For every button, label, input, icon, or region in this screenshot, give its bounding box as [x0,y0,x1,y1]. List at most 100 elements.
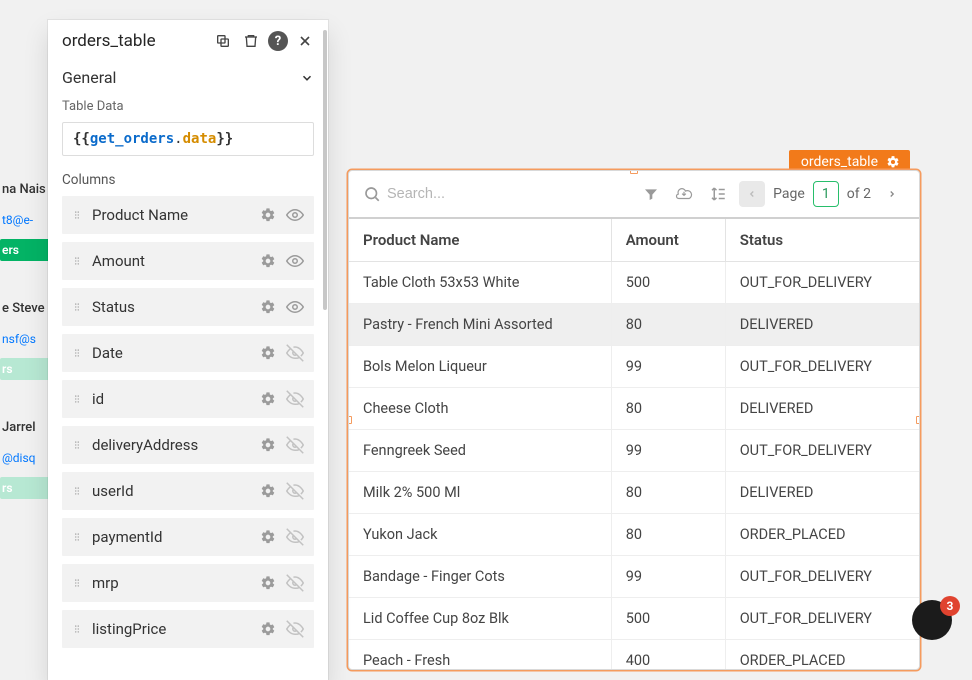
eye-icon[interactable] [286,298,304,316]
drag-handle-icon[interactable] [72,576,82,590]
resize-handle-top[interactable] [630,170,638,174]
eye-off-icon[interactable] [286,574,304,592]
table-toolbar: Page 1 of 2 [349,171,919,219]
column-config-row[interactable]: deliveryAddress [62,426,314,464]
table-row[interactable]: Cheese Cloth80DELIVERED [349,388,919,430]
column-config-row[interactable]: listingPrice [62,610,314,648]
gear-icon[interactable] [260,207,276,223]
table-row[interactable]: Bandage - Finger Cots99OUT_FOR_DELIVERY [349,556,919,598]
search-input[interactable] [387,186,507,202]
panel-widget-name[interactable]: orders_table [62,31,206,51]
panel-scrollbar[interactable] [322,20,328,680]
table-row[interactable]: Pastry - French Mini Assorted80DELIVERED [349,304,919,346]
gear-icon[interactable] [260,529,276,545]
bg-view-orders-button[interactable]: rs [0,477,50,499]
resize-handle-right[interactable] [916,416,920,424]
gear-icon[interactable] [260,299,276,315]
gear-icon[interactable] [260,391,276,407]
eye-off-icon[interactable] [286,482,304,500]
column-config-row[interactable]: id [62,380,314,418]
column-config-row[interactable]: paymentId [62,518,314,556]
table-row[interactable]: Yukon Jack80ORDER_PLACED [349,514,919,556]
table-cell: OUT_FOR_DELIVERY [725,430,919,472]
column-header-status[interactable]: Status [725,219,919,262]
table-cell: Bols Melon Liqueur [349,346,611,388]
bg-user-name: e Steve [0,297,50,320]
table-row[interactable]: Milk 2% 500 Ml80DELIVERED [349,472,919,514]
column-config-row[interactable]: Amount [62,242,314,280]
bg-view-orders-button[interactable]: rs [0,358,50,380]
column-header-amount[interactable]: Amount [611,219,725,262]
column-config-row[interactable]: Date [62,334,314,372]
column-header-product-name[interactable]: Product Name [349,219,611,262]
delete-icon[interactable] [240,30,262,52]
eye-off-icon[interactable] [286,390,304,408]
eye-off-icon[interactable] [286,344,304,362]
drag-handle-icon[interactable] [72,530,82,544]
drag-handle-icon[interactable] [72,346,82,360]
drag-handle-icon[interactable] [72,254,82,268]
page-current[interactable]: 1 [813,181,839,207]
bg-user-name: na Nais [0,178,50,201]
table-cell: OUT_FOR_DELIVERY [725,556,919,598]
close-icon[interactable] [294,30,316,52]
table-row[interactable]: Table Cloth 53x53 White500OUT_FOR_DELIVE… [349,262,919,304]
column-name-label: id [92,390,250,408]
bg-user-email: @disq [0,447,50,469]
table-cell: DELIVERED [725,304,919,346]
table-data-input[interactable]: {{get_orders.data}} [62,122,314,156]
pagination: Page 1 of 2 [739,181,905,207]
table-row[interactable]: Fenngreek Seed99OUT_FOR_DELIVERY [349,430,919,472]
eye-icon[interactable] [286,252,304,270]
column-config-row[interactable]: Status [62,288,314,326]
copy-icon[interactable] [212,30,234,52]
table-cell: Yukon Jack [349,514,611,556]
column-name-label: listingPrice [92,620,250,638]
columns-list: Product Name Amount Status Date id deliveryAd… [48,196,328,680]
gear-icon[interactable] [260,253,276,269]
table-cell: OUT_FOR_DELIVERY [725,346,919,388]
table-row[interactable]: Bols Melon Liqueur99OUT_FOR_DELIVERY [349,346,919,388]
orders-data-table: Product Name Amount Status Table Cloth 5… [349,219,919,670]
column-name-label: userId [92,482,250,500]
gear-icon[interactable] [260,575,276,591]
page-label: Page [773,186,805,202]
property-panel: orders_table ? General Table Data {{get_… [48,20,328,680]
gear-icon[interactable] [260,437,276,453]
gear-icon[interactable] [260,621,276,637]
help-icon[interactable]: ? [268,31,288,51]
row-height-icon[interactable] [705,181,731,207]
column-config-row[interactable]: mrp [62,564,314,602]
bg-view-orders-button[interactable]: ers [0,239,50,261]
table-cell: Pastry - French Mini Assorted [349,304,611,346]
page-prev-button[interactable] [739,181,765,207]
eye-off-icon[interactable] [286,620,304,638]
table-row[interactable]: Lid Coffee Cup 8oz Blk500OUT_FOR_DELIVER… [349,598,919,640]
table-cell: Bandage - Finger Cots [349,556,611,598]
table-cell: 80 [611,514,725,556]
download-icon[interactable] [671,181,697,207]
drag-handle-icon[interactable] [72,438,82,452]
table-cell: Milk 2% 500 Ml [349,472,611,514]
gear-icon[interactable] [260,483,276,499]
page-next-button[interactable] [879,181,905,207]
drag-handle-icon[interactable] [72,622,82,636]
column-config-row[interactable]: Product Name [62,196,314,234]
panel-scroll-thumb[interactable] [323,30,327,310]
section-toggle-general[interactable]: General [48,60,328,93]
eye-icon[interactable] [286,206,304,224]
eye-off-icon[interactable] [286,528,304,546]
column-config-row[interactable]: userId [62,472,314,510]
filter-icon[interactable] [639,182,663,206]
search-icon [363,185,381,203]
orders-table-widget[interactable]: Page 1 of 2 Product Name Amount Status T… [348,170,920,670]
table-row[interactable]: Peach - Fresh400ORDER_PLACED [349,640,919,671]
drag-handle-icon[interactable] [72,208,82,222]
eye-off-icon[interactable] [286,436,304,454]
drag-handle-icon[interactable] [72,484,82,498]
resize-handle-left[interactable] [348,416,352,424]
drag-handle-icon[interactable] [72,300,82,314]
field-label-columns: Columns [48,168,328,196]
gear-icon[interactable] [260,345,276,361]
drag-handle-icon[interactable] [72,392,82,406]
